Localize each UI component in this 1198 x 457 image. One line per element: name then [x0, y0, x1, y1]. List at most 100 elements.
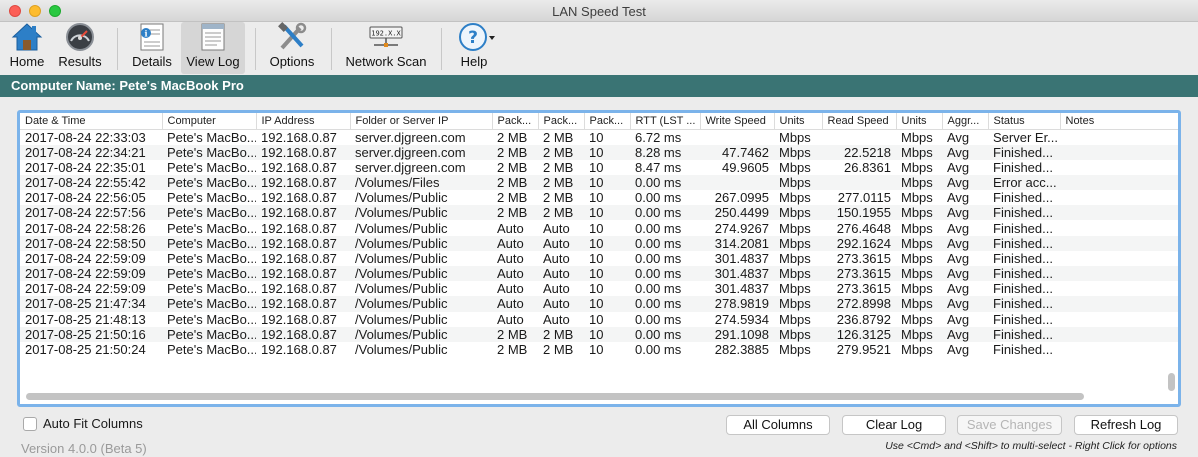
table-cell: Mbps [779, 159, 811, 175]
column-header[interactable]: Pack... [492, 113, 539, 130]
table-cell: Finished... [993, 342, 1053, 358]
selection-hint: Use <Cmd> and <Shift> to multi-select - … [885, 440, 1177, 452]
home-button[interactable]: Home [6, 22, 48, 74]
table-cell: 291.1098 [700, 326, 774, 342]
column-header[interactable]: Folder or Server IP [350, 113, 493, 130]
column-header[interactable]: IP Address [256, 113, 351, 130]
clear-log-button[interactable]: Clear Log [842, 415, 946, 435]
table-cell: Pete's MacBo... [162, 144, 256, 160]
table-cell [1060, 326, 1178, 342]
table-cell: 0.00 ms [635, 281, 682, 297]
table-cell [1060, 220, 1178, 235]
table-cell: Auto [538, 296, 584, 312]
column-header[interactable]: Notes [1060, 113, 1178, 130]
save-changes-button[interactable]: Save Changes [957, 415, 1062, 435]
table-cell: 273.3615 [822, 266, 896, 282]
log-table-panel: Date & Time Computer IP Address Folder or S… [17, 110, 1181, 407]
table-cell: 10 [584, 326, 630, 342]
table-row[interactable]: 2017-08-24 22:56:05 Pete's MacBo... 192.16… [20, 190, 1178, 205]
auto-fit-columns-checkbox[interactable] [23, 417, 37, 431]
column-header[interactable]: RTT (LST ... [630, 113, 701, 130]
table-cell: 10 [584, 266, 630, 282]
table-cell: 2 MB [543, 190, 574, 206]
column-header[interactable]: Computer [162, 113, 257, 130]
table-row[interactable]: 2017-08-24 22:58:50 Pete's MacBo... 192.16… [20, 235, 1178, 251]
table-row[interactable]: 2017-08-25 21:50:24 Pete's MacBo... 192.16… [20, 342, 1178, 357]
column-header[interactable]: Date & Time [20, 113, 163, 130]
table-cell: Pete's MacBo... [162, 205, 256, 221]
results-button[interactable]: Results [54, 22, 106, 74]
table-cell: Auto [538, 266, 584, 282]
table-row[interactable]: 2017-08-24 22:59:09 Pete's MacBo... 192.16… [20, 281, 1178, 296]
table-cell: Pete's MacBo... [162, 235, 256, 251]
network-scan-icon: 192.X.X [366, 22, 406, 52]
table-cell: Pete's MacBo... [167, 342, 256, 358]
table-cell: Mbps [901, 311, 933, 327]
table-cell: 2017-08-24 22:57:56 [20, 205, 162, 221]
table-row[interactable]: 2017-08-24 22:57:56 Pete's MacBo... 192.16… [20, 205, 1178, 221]
table-cell [1060, 205, 1178, 221]
column-header[interactable]: Units [774, 113, 823, 130]
table-cell: Pete's MacBo... [167, 311, 256, 327]
table-row[interactable]: 2017-08-24 22:34:21 Pete's MacBo... 192.16… [20, 144, 1178, 160]
table-cell: 10 [584, 296, 630, 312]
table-cell: Auto [497, 250, 524, 266]
table-cell: 10 [589, 129, 604, 145]
table-cell: 2 MB [497, 129, 528, 145]
table-row[interactable]: 2017-08-25 21:50:16 Pete's MacBo... 192.16… [20, 326, 1178, 342]
table-cell: /Volumes/Public [350, 296, 492, 312]
table-row[interactable]: 2017-08-25 21:48:13 Pete's MacBo... 192.16… [20, 312, 1178, 327]
table-cell: /Volumes/Public [355, 281, 448, 297]
table-cell: 2 MB [492, 174, 538, 191]
table-cell: Finished... [993, 190, 1053, 206]
column-header[interactable]: Status [988, 113, 1061, 130]
vertical-scrollbar[interactable] [1168, 373, 1175, 391]
table-cell: 2017-08-24 22:59:09 [20, 266, 162, 282]
table-cell: Mbps [896, 235, 942, 251]
table-row[interactable]: 2017-08-24 22:58:26 Pete's MacBo... 192.16… [20, 220, 1178, 236]
table-row[interactable]: 2017-08-24 22:55:42 Pete's MacBo... 192.16… [20, 174, 1178, 191]
help-button[interactable]: ? Help [451, 22, 497, 74]
table-cell: Mbps [896, 174, 942, 191]
column-header[interactable]: Aggr... [942, 113, 989, 130]
options-button[interactable]: Options [265, 22, 319, 74]
table-row[interactable]: 2017-08-24 22:35:01 Pete's MacBo... 192.16… [20, 160, 1178, 175]
table-cell: Avg [942, 326, 988, 342]
footer: Auto Fit Columns All Columns Clear Log S… [0, 410, 1198, 457]
column-header[interactable]: Write Speed [700, 113, 775, 130]
table-cell: 2017-08-24 22:35:01 [25, 159, 146, 175]
help-label: Help [460, 54, 488, 69]
column-header[interactable]: Units [896, 113, 943, 130]
column-header[interactable]: Pack... [584, 113, 631, 130]
table-cell: Mbps [901, 250, 933, 266]
all-columns-button[interactable]: All Columns [726, 415, 830, 435]
table-row[interactable]: 2017-08-25 21:47:34 Pete's MacBo... 192.16… [20, 296, 1178, 312]
table-cell: Pete's MacBo... [167, 129, 256, 145]
view-log-button[interactable]: View Log [181, 22, 245, 74]
table-cell: 192.168.0.87 [261, 190, 337, 206]
refresh-log-button[interactable]: Refresh Log [1074, 415, 1178, 435]
table-cell: Mbps [779, 129, 811, 145]
table-cell: Auto [497, 281, 524, 297]
table-row[interactable]: 2017-08-24 22:59:09 Pete's MacBo... 192.16… [20, 266, 1178, 282]
table-cell: 273.3615 [836, 281, 891, 297]
network-scan-button[interactable]: 192.X.X Network Scan [341, 22, 431, 74]
table-cell: 2 MB [543, 342, 574, 358]
table-cell: 2 MB [492, 326, 538, 342]
table-cell: Avg [947, 159, 970, 175]
table-cell: Mbps [779, 311, 811, 327]
toolbar: Home Results i Details View Log Options … [0, 22, 1198, 75]
table-row[interactable]: 2017-08-24 22:33:03 Pete's MacBo... 192.16… [20, 129, 1178, 145]
table-row[interactable]: 2017-08-24 22:59:09 Pete's MacBo... 192.16… [20, 251, 1178, 266]
table-cell: 301.4837 [714, 281, 769, 297]
table-cell: 10 [589, 281, 604, 297]
details-button[interactable]: i Details [127, 22, 177, 74]
table-cell: 10 [584, 174, 630, 191]
horizontal-scrollbar[interactable] [26, 393, 1084, 400]
column-header[interactable]: Read Speed [822, 113, 897, 130]
log-document-icon [196, 22, 230, 52]
table-cell: 192.168.0.87 [261, 281, 337, 297]
table-cell: 2017-08-24 22:33:03 [25, 129, 146, 145]
column-header[interactable]: Pack... [538, 113, 585, 130]
table-cell: Finished... [988, 235, 1060, 251]
